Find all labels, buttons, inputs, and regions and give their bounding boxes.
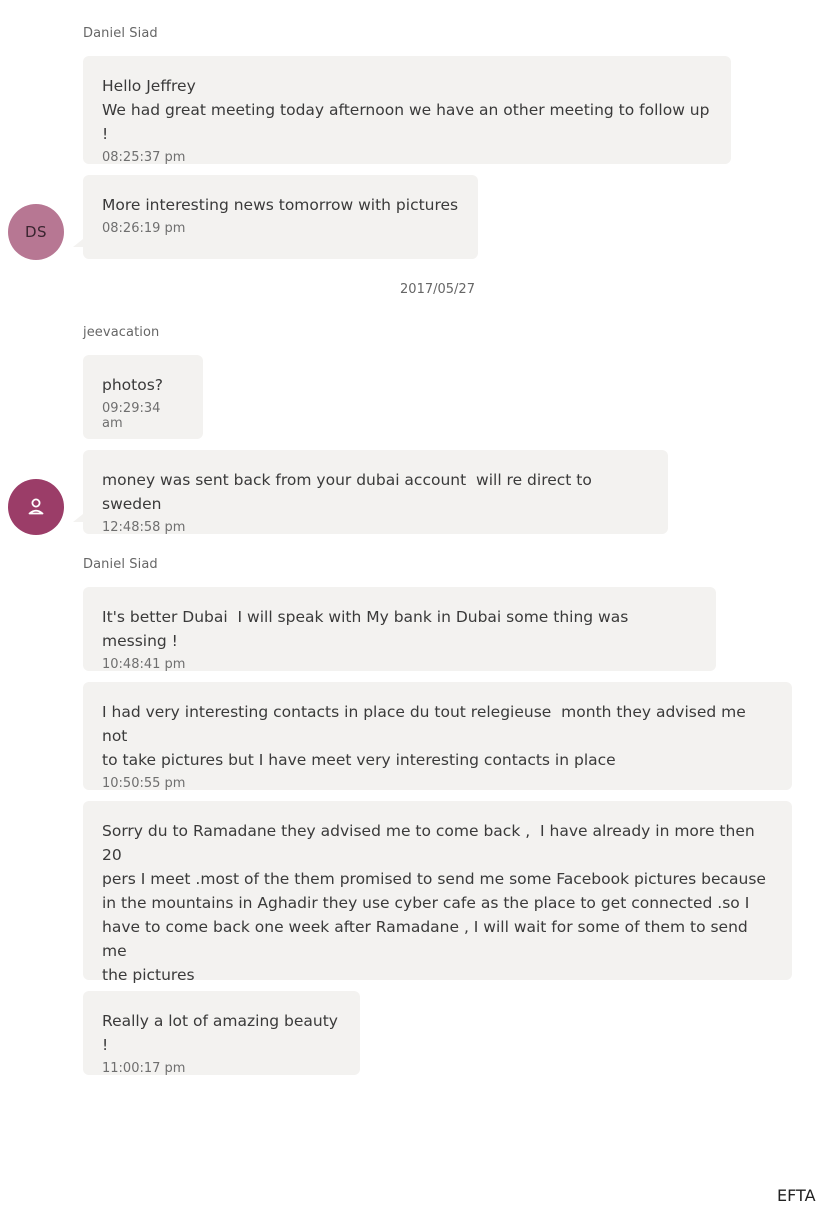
message-text: Hello Jeffrey We had great meeting today… [102,77,710,143]
message-bubble: photos? 09:29:34 am [83,355,203,439]
message-text: I had very interesting contacts in place… [102,703,746,769]
message-timestamp: 11:00:17 pm [102,1061,186,1076]
message-text: It's better Dubai I will speak with My b… [102,608,634,650]
sender-name: Daniel Siad [83,26,158,41]
message-text: Really a lot of amazing beauty ! [102,1012,343,1054]
message-text: Sorry du to Ramadane they advised me to … [102,822,766,984]
message-bubble: money was sent back from your dubai acco… [73,450,668,535]
message-bubble: More interesting news tomorrow with pict… [73,175,478,259]
message-bubble: Really a lot of amazing beauty ! 11:00:1… [83,991,360,1076]
user-icon [28,498,44,515]
message-timestamp: 08:25:37 pm [102,150,186,165]
message-text: money was sent back from your dubai acco… [102,471,597,513]
avatar-initials: DS [24,223,48,241]
message-timestamp: 09:29:34 am [102,401,161,431]
message-timestamp: 10:50:55 pm [102,776,186,791]
sender-name: jeevacation [83,325,160,340]
message-timestamp: 12:48:58 pm [102,520,186,535]
avatar[interactable] [8,479,64,535]
message-timestamp: 08:26:19 pm [102,221,186,236]
message-bubble: Sorry du to Ramadane they advised me to … [83,801,792,1006]
message-text: More interesting news tomorrow with pict… [102,196,459,214]
date-separator: 2017/05/27 [400,282,475,297]
message-timestamp: 10:48:41 pm [102,657,186,672]
document-stamp: EFTA [777,1186,816,1205]
message-bubble: I had very interesting contacts in place… [83,682,792,791]
message-bubble: It's better Dubai I will speak with My b… [83,587,716,672]
avatar[interactable]: DS [8,204,64,260]
message-text: photos? [102,376,164,394]
sender-name: Daniel Siad [83,557,158,572]
message-bubble: Hello Jeffrey We had great meeting today… [83,56,731,165]
